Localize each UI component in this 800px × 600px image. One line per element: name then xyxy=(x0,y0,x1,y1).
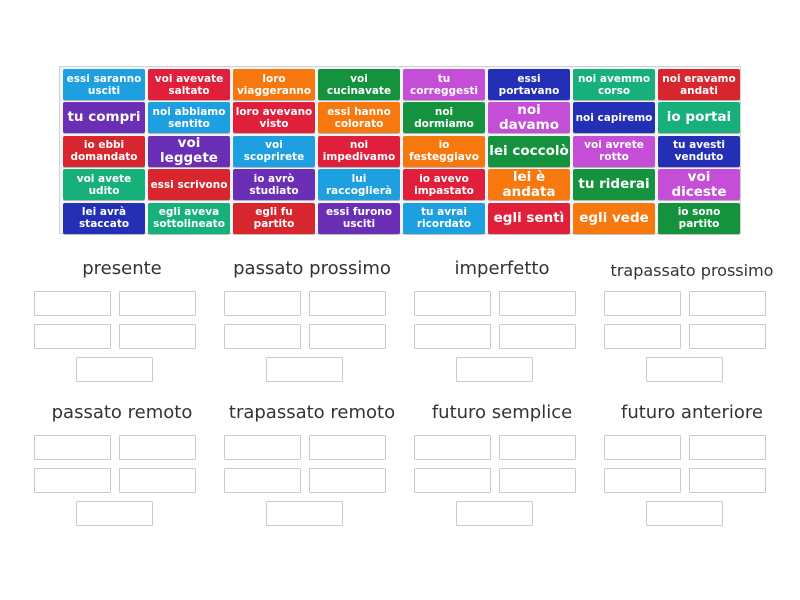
drop-slot[interactable] xyxy=(456,501,533,526)
answer-tile[interactable]: voi avrete rotto xyxy=(573,135,655,167)
drop-slot[interactable] xyxy=(309,291,386,316)
drop-slot[interactable] xyxy=(689,435,766,460)
drop-slot[interactable] xyxy=(604,291,681,316)
drop-slot[interactable] xyxy=(414,435,491,460)
answer-tile[interactable]: noi impedivamo xyxy=(318,135,400,167)
drop-slot[interactable] xyxy=(266,501,343,526)
drop-slot[interactable] xyxy=(499,468,576,493)
category-title: imperfetto xyxy=(454,258,550,279)
answer-tile[interactable]: voi avete udito xyxy=(63,169,145,201)
drop-slot[interactable] xyxy=(224,468,301,493)
category-title: trapassato remoto xyxy=(228,402,396,423)
answer-tile[interactable]: lui raccoglierà xyxy=(318,169,400,201)
answer-tile[interactable]: essi hanno colorato xyxy=(318,102,400,134)
drop-slot[interactable] xyxy=(414,324,491,349)
answer-tile[interactable]: essi portavano xyxy=(488,69,570,100)
category-title: presente xyxy=(82,258,162,279)
answer-tile[interactable]: essi scrivono xyxy=(148,169,230,201)
drop-slot[interactable] xyxy=(76,357,153,382)
drop-slot[interactable] xyxy=(34,291,111,316)
drop-slot[interactable] xyxy=(309,468,386,493)
drop-slot[interactable] xyxy=(309,435,386,460)
drop-slot[interactable] xyxy=(224,435,301,460)
answer-tile[interactable]: loro viaggeranno xyxy=(233,69,315,100)
answer-tile[interactable]: voi scoprirete xyxy=(233,135,315,167)
drop-slot[interactable] xyxy=(689,324,766,349)
answer-tile[interactable]: noi davamo xyxy=(488,102,570,134)
answer-tile[interactable]: tu avesti venduto xyxy=(658,135,740,167)
answer-tile[interactable]: io festeggiavo xyxy=(403,135,485,167)
answer-tile[interactable]: tu compri xyxy=(63,102,145,134)
drop-slot[interactable] xyxy=(499,291,576,316)
drop-slot[interactable] xyxy=(689,291,766,316)
answer-tile[interactable]: noi abbiamo sentito xyxy=(148,102,230,134)
answer-tile[interactable]: loro avevano visto xyxy=(233,102,315,134)
answer-tile[interactable]: egli fu partito xyxy=(233,202,315,234)
drop-slot[interactable] xyxy=(34,468,111,493)
drop-slot[interactable] xyxy=(456,357,533,382)
drop-slot[interactable] xyxy=(499,324,576,349)
answer-tile[interactable]: lei avrà staccato xyxy=(63,202,145,234)
answer-tile[interactable]: io avevo impastato xyxy=(403,169,485,201)
answer-tile[interactable]: voi diceste xyxy=(658,169,740,201)
answer-tile[interactable]: lei coccolò xyxy=(488,135,570,167)
drop-slot[interactable] xyxy=(646,357,723,382)
answer-tile[interactable]: lei è andata xyxy=(488,169,570,201)
drop-slot[interactable] xyxy=(34,435,111,460)
drop-slot[interactable] xyxy=(604,435,681,460)
answer-tile[interactable]: essi furono usciti xyxy=(318,202,400,234)
answer-tile[interactable]: egli vede xyxy=(573,202,655,234)
answer-tile[interactable]: io sono partito xyxy=(658,202,740,234)
answer-tile[interactable]: noi capiremo xyxy=(573,102,655,134)
answer-tile[interactable]: io avrò studiato xyxy=(233,169,315,201)
answer-tile[interactable]: essi saranno usciti xyxy=(63,69,145,100)
drop-slot[interactable] xyxy=(34,324,111,349)
category-title: futuro semplice xyxy=(431,402,573,423)
drop-slot[interactable] xyxy=(604,468,681,493)
drop-slot[interactable] xyxy=(224,324,301,349)
answer-tile[interactable]: tu avrai ricordato xyxy=(403,202,485,234)
category-title: passato prossimo xyxy=(233,258,391,279)
drop-slot[interactable] xyxy=(499,435,576,460)
drop-slot[interactable] xyxy=(119,468,196,493)
answer-tile[interactable]: egli aveva sottolineato xyxy=(148,202,230,234)
drop-slot[interactable] xyxy=(414,468,491,493)
drop-slot[interactable] xyxy=(119,435,196,460)
answer-tile[interactable]: io ebbi domandato xyxy=(63,135,145,167)
answer-tile[interactable]: tu riderai xyxy=(573,169,655,201)
answer-tile[interactable]: voi leggete xyxy=(148,135,230,167)
drop-slot[interactable] xyxy=(76,501,153,526)
category-title: futuro anteriore xyxy=(620,402,763,423)
drop-slot[interactable] xyxy=(119,324,196,349)
drop-slot[interactable] xyxy=(224,291,301,316)
drop-slot[interactable] xyxy=(646,501,723,526)
answer-tile[interactable]: egli sentì xyxy=(488,202,570,234)
answer-tile[interactable]: voi cucinavate xyxy=(318,69,400,100)
drop-slot[interactable] xyxy=(309,324,386,349)
drop-slot[interactable] xyxy=(266,357,343,382)
drop-slot[interactable] xyxy=(604,324,681,349)
answer-tile[interactable]: tu correggesti xyxy=(403,69,485,100)
category-title: passato remoto xyxy=(51,402,193,423)
answer-tile[interactable]: noi eravamo andati xyxy=(658,69,740,100)
answer-tile[interactable]: io portai xyxy=(658,102,740,134)
drop-slot[interactable] xyxy=(119,291,196,316)
drop-slot[interactable] xyxy=(414,291,491,316)
answer-tile[interactable]: voi avevate saltato xyxy=(148,69,230,100)
drop-slot[interactable] xyxy=(689,468,766,493)
category-title: trapassato prossimo xyxy=(610,261,774,280)
answer-tile[interactable]: noi avemmo corso xyxy=(573,69,655,100)
answer-tile[interactable]: noi dormiamo xyxy=(403,102,485,134)
answer-pool: essi saranno usciti voi avevate saltato lo… xyxy=(59,66,741,234)
